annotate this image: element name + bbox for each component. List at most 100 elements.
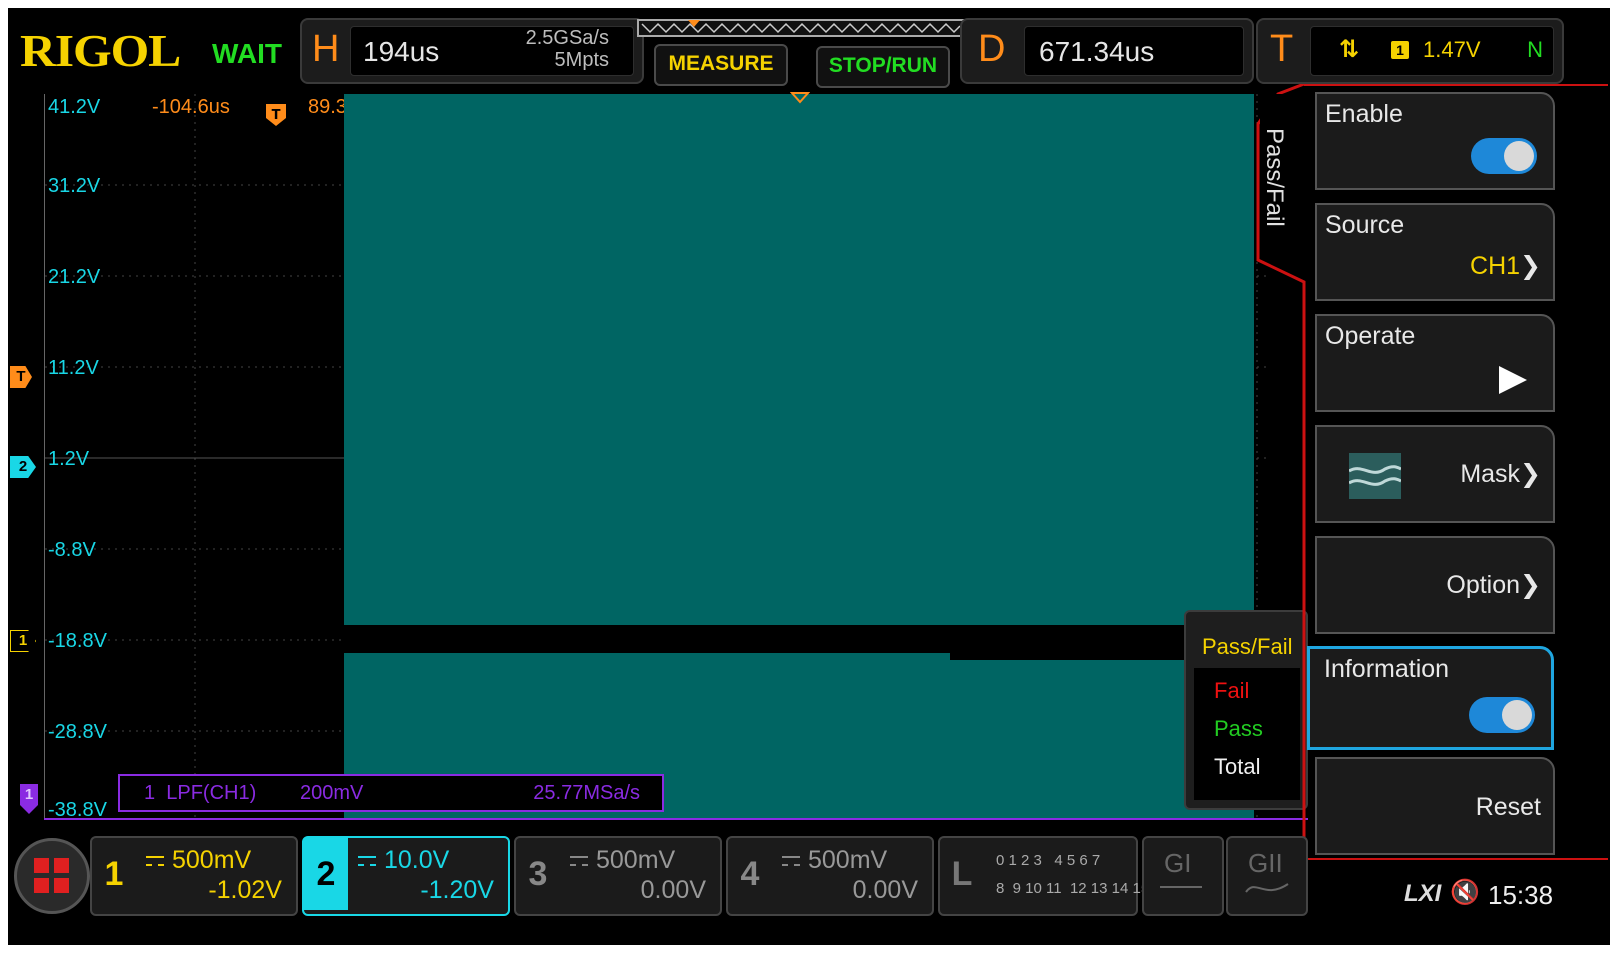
svg-text:T: T <box>272 108 281 123</box>
y-label-7: -28.8V <box>48 721 107 743</box>
ch1-number: 1 <box>104 855 124 893</box>
memory-depth: 5Mpts <box>554 49 609 71</box>
operate-button[interactable]: Operate <box>1315 314 1555 412</box>
dc-coupling-icon <box>146 856 164 866</box>
mask-icon <box>1348 453 1402 499</box>
gi-underline <box>1160 886 1202 888</box>
enable-toggle[interactable] <box>1471 138 1537 174</box>
memory-waveform-icon <box>637 19 965 37</box>
source-value-row: CH1❯ <box>1470 251 1541 281</box>
logic-channels-row2: 8 9 10 11 12 13 14 15 <box>996 880 1150 897</box>
timebase-display: 194us 2.5GSa/s 5Mpts <box>350 26 634 76</box>
gii-label: GII <box>1248 848 1283 878</box>
trigger-panel[interactable]: T ⇅ 1 1.47V N <box>1256 18 1564 84</box>
measure-button[interactable]: MEASURE <box>654 44 788 86</box>
ch3-scale: 500mV <box>596 846 676 874</box>
horizontal-letter: H <box>312 28 340 70</box>
option-button[interactable]: Option❯ <box>1315 536 1555 634</box>
enable-label: Enable <box>1325 100 1403 128</box>
math-label: 1 LPF(CH1) <box>144 782 257 804</box>
reset-label: Reset <box>1475 793 1541 821</box>
ch3-box[interactable]: 3 500mV 0.00V <box>514 836 722 916</box>
information-button[interactable]: Information <box>1307 646 1554 750</box>
menu-border-bottom <box>1304 858 1608 860</box>
y-label-1: 31.2V <box>48 175 101 197</box>
toggle-knob <box>1504 141 1534 171</box>
dc-coupling-icon <box>782 856 800 866</box>
logic-channels-row1: 0 1 2 3 4 5 6 7 <box>996 852 1101 869</box>
enable-button[interactable]: Enable <box>1315 92 1555 190</box>
math-scale: 200mV <box>300 782 364 804</box>
menu-tab-pass-fail[interactable]: Pass/Fail <box>1260 94 1304 258</box>
stop-run-button[interactable]: STOP/RUN <box>816 46 950 88</box>
cursor-time-readout: -104.6us <box>152 96 230 118</box>
grid-menu-icon <box>34 858 69 893</box>
timebase-value: 194us <box>363 36 440 67</box>
memory-position-bar[interactable] <box>636 18 968 40</box>
horizontal-panel[interactable]: H 194us 2.5GSa/s 5Mpts <box>300 18 644 84</box>
trigger-level-marker[interactable]: T <box>10 366 32 388</box>
y-label-5: -8.8V <box>48 539 96 561</box>
dc-coupling-icon <box>358 856 376 866</box>
ch2-scale: 10.0V <box>384 846 450 874</box>
ch3-offset: 0.00V <box>640 876 706 904</box>
cursor-value-readout: 89.3 <box>308 96 344 118</box>
math-rate: 25.77MSa/s <box>533 782 640 804</box>
play-icon <box>1499 366 1527 394</box>
y-label-6: -18.8V <box>48 630 107 652</box>
ch1-offset: -1.02V <box>208 876 282 904</box>
trigger-mode: N <box>1527 37 1543 62</box>
dc-coupling-icon <box>570 856 588 866</box>
rigol-logo: RIGOL <box>20 25 181 76</box>
delay-value: 671.34us <box>1039 36 1155 67</box>
math-offset-marker[interactable]: 1 <box>20 784 38 814</box>
ch4-scale: 500mV <box>808 846 888 874</box>
trigger-edge-icon: ⇅ <box>1339 36 1360 63</box>
fail-count-label: Fail <box>1214 678 1250 703</box>
source-value: CH1 <box>1470 252 1521 280</box>
wave-icon <box>1245 883 1289 893</box>
trigger-source-badge: 1 <box>1391 41 1409 59</box>
trigger-letter: T <box>1270 28 1294 70</box>
gi-button[interactable]: GI <box>1142 836 1224 916</box>
sample-rate: 2.5GSa/s <box>525 27 609 49</box>
trigger-level: 1.47V <box>1423 37 1481 62</box>
ch1-box[interactable]: 1 500mV -1.02V <box>90 836 298 916</box>
mask-label-row: Mask❯ <box>1460 459 1541 489</box>
gii-button[interactable]: GII <box>1226 836 1308 916</box>
cursor-flag-icon[interactable]: T <box>266 104 286 126</box>
information-label: Information <box>1324 655 1450 683</box>
reset-button[interactable]: Reset <box>1315 757 1555 855</box>
math-baseline <box>44 818 1308 820</box>
option-label: Option <box>1446 571 1521 599</box>
y-label-2: 21.2V <box>48 266 101 288</box>
mask-label: Mask <box>1460 460 1521 488</box>
run-status: WAIT <box>212 38 282 69</box>
home-button[interactable] <box>14 838 90 914</box>
ch3-number: 3 <box>528 855 548 893</box>
delay-display: 671.34us <box>1024 26 1244 76</box>
gi-label: GI <box>1164 848 1192 878</box>
ch2-box[interactable]: 2 10.0V -1.20V <box>302 836 510 916</box>
ch2-number: 2 <box>304 838 348 910</box>
trigger-position-icon[interactable] <box>790 92 810 104</box>
menu-border <box>1304 84 1608 86</box>
chevron-right-icon: ❯ <box>1520 460 1541 488</box>
ch1-offset-marker[interactable]: 1 <box>10 630 36 652</box>
mask-region-upper <box>344 94 1254 625</box>
logic-analyzer-box[interactable]: L 0 1 2 3 4 5 6 7 8 9 10 11 12 13 14 15 <box>938 836 1149 916</box>
mask-button[interactable]: Mask❯ <box>1315 425 1555 523</box>
math-info-box[interactable]: 1 LPF(CH1) 200mV 25.77MSa/s <box>118 774 664 812</box>
ch2-offset: -1.20V <box>420 876 494 904</box>
delay-letter: D <box>978 28 1006 70</box>
ch4-number: 4 <box>740 855 760 893</box>
delay-panel[interactable]: D 671.34us <box>960 18 1254 84</box>
source-button[interactable]: Source CH1❯ <box>1315 203 1555 301</box>
y-label-3: 11.2V <box>48 357 99 379</box>
information-toggle[interactable] <box>1469 697 1535 733</box>
ch2-offset-marker[interactable]: 2 <box>10 456 36 478</box>
y-label-0: 41.2V <box>48 96 101 118</box>
mute-icon[interactable]: 🔇 <box>1450 878 1480 907</box>
y-label-4: 1.2V <box>48 448 90 470</box>
ch4-box[interactable]: 4 500mV 0.00V <box>726 836 934 916</box>
